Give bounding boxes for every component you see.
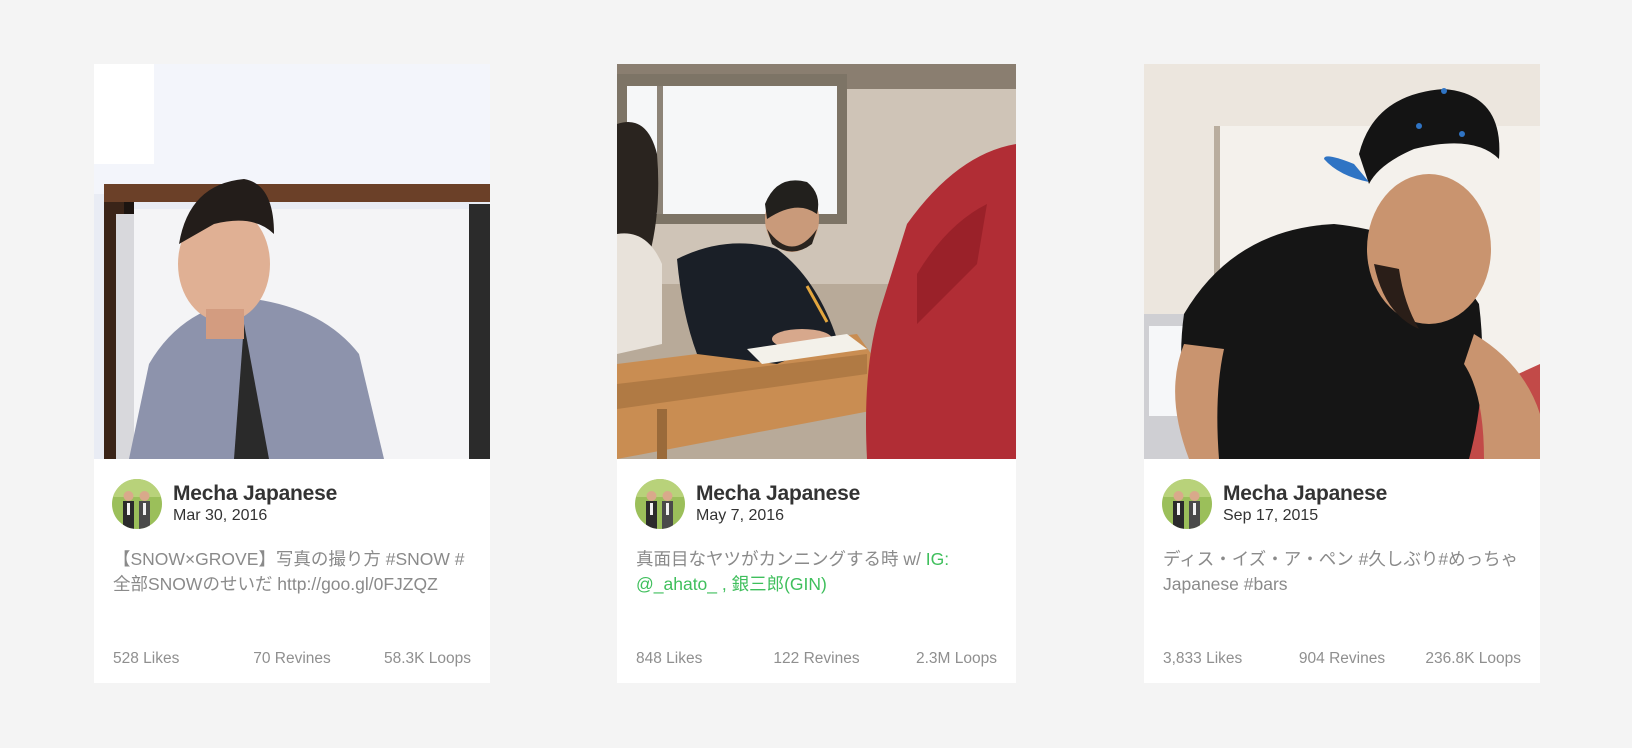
likes-count[interactable]: 528 Likes — [113, 650, 179, 668]
caption-text: 真面目なヤツがカンニングする時 w/ — [636, 549, 926, 569]
post-caption: 【SNOW×GROVE】写真の撮り方 #SNOW #全部SNOWのせいだ htt… — [113, 547, 472, 597]
author-name[interactable]: Mecha Japanese — [696, 482, 860, 506]
post-date: May 7, 2016 — [696, 507, 785, 524]
author-name[interactable]: Mecha Japanese — [1223, 482, 1387, 506]
video-thumbnail-image — [94, 64, 490, 459]
post-date: Sep 17, 2015 — [1223, 507, 1319, 524]
author-avatar[interactable] — [112, 479, 162, 529]
post-caption: ディス・イズ・ア・ペン #久しぶり#めっちゃJapanese #bars — [1163, 547, 1522, 597]
video-thumbnail-image — [1144, 64, 1540, 459]
revines-count[interactable]: 122 Revines — [773, 650, 859, 668]
likes-count[interactable]: 848 Likes — [636, 650, 702, 668]
post-stats: 3,833 Likes 904 Revines 236.8K Loops — [1163, 650, 1521, 670]
loops-count: 58.3K Loops — [383, 650, 471, 667]
post-stats: 528 Likes 70 Revines 58.3K Loops — [113, 650, 471, 670]
video-thumbnail[interactable] — [94, 64, 490, 459]
post-card[interactable]: Mecha Japanese May 7, 2016 真面目なヤツがカンニングす… — [617, 64, 1016, 683]
post-card[interactable]: Mecha Japanese Sep 17, 2015 ディス・イズ・ア・ペン … — [1144, 64, 1540, 683]
author-name[interactable]: Mecha Japanese — [173, 482, 337, 506]
revines-count[interactable]: 70 Revines — [253, 650, 331, 668]
post-card[interactable]: Mecha Japanese Mar 30, 2016 【SNOW×GROVE】… — [94, 64, 490, 683]
avatar-image — [112, 479, 162, 529]
video-thumbnail[interactable] — [1144, 64, 1540, 459]
revines-count[interactable]: 904 Revines — [1299, 650, 1385, 668]
video-thumbnail-image — [617, 64, 1016, 459]
post-author: Mecha Japanese Mar 30, 2016 — [112, 479, 472, 531]
loops-count: 236.8K Loops — [1425, 650, 1521, 667]
post-date: Mar 30, 2016 — [173, 507, 268, 524]
author-avatar[interactable] — [1162, 479, 1212, 529]
likes-count[interactable]: 3,833 Likes — [1163, 650, 1242, 668]
post-stats: 848 Likes 122 Revines 2.3M Loops — [636, 650, 997, 670]
post-author: Mecha Japanese Sep 17, 2015 — [1162, 479, 1522, 531]
vine-post-grid: Mecha Japanese Mar 30, 2016 【SNOW×GROVE】… — [0, 0, 1632, 748]
caption-text: 【SNOW×GROVE】写真の撮り方 #SNOW #全部SNOWのせいだ htt… — [113, 549, 465, 594]
caption-text: ディス・イズ・ア・ペン #久しぶり#めっちゃJapanese #bars — [1163, 549, 1519, 594]
avatar-image — [635, 479, 685, 529]
post-author: Mecha Japanese May 7, 2016 — [635, 479, 998, 531]
video-thumbnail[interactable] — [617, 64, 1016, 459]
post-caption: 真面目なヤツがカンニングする時 w/ IG: @_ahato_ , 銀三郎(GI… — [636, 547, 998, 597]
author-avatar[interactable] — [635, 479, 685, 529]
avatar-image — [1162, 479, 1212, 529]
loops-count: 2.3M Loops — [916, 650, 997, 667]
